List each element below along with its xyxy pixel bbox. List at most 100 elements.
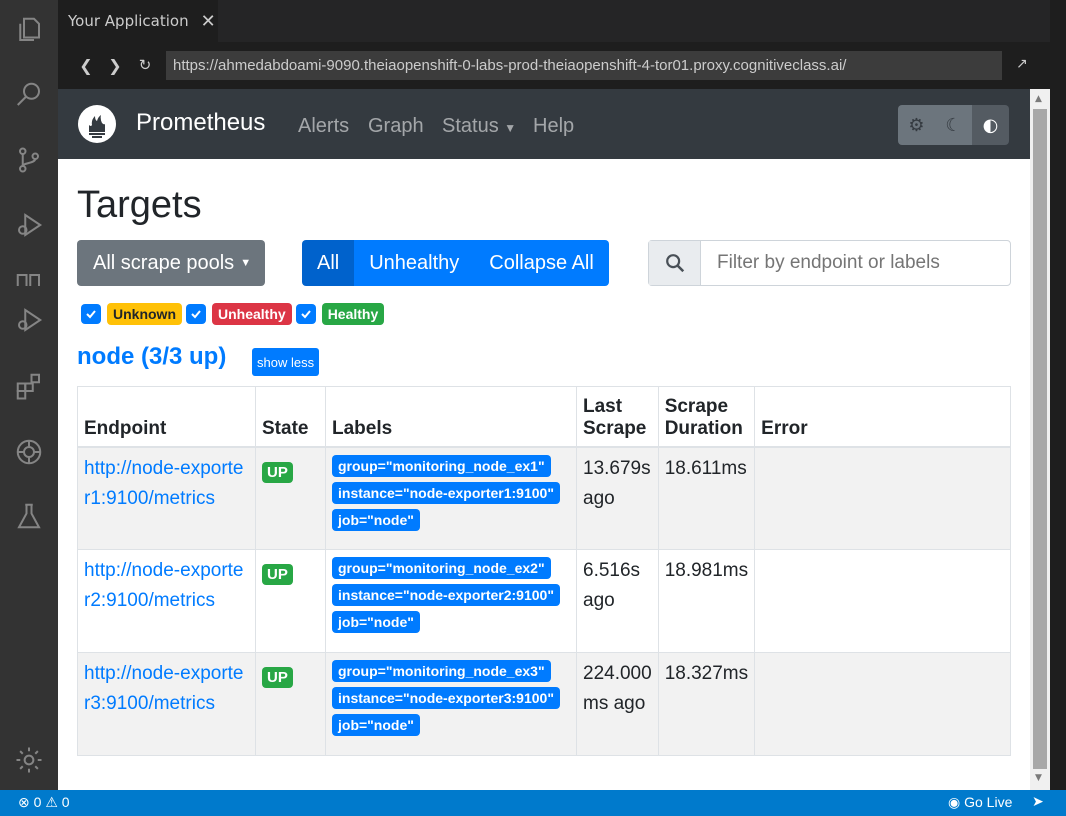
close-icon[interactable]: ✕	[201, 11, 216, 32]
col-last-scrape-line2: Scrape	[583, 417, 647, 439]
state-cell: UP	[255, 652, 326, 756]
warning-icon: ⚠	[45, 794, 58, 810]
unknown-checkbox[interactable]	[81, 304, 101, 324]
nav-graph[interactable]: Graph	[368, 115, 424, 138]
col-last-scrape-line1: Last	[583, 395, 623, 417]
endpoint-cell: http://node-exporter1:9100/metrics	[77, 446, 256, 550]
label-badge: instance="node-exporter1:9100"	[332, 481, 560, 504]
scroll-down-icon[interactable]: ▼	[1035, 773, 1042, 783]
filter-button-group: All Unhealthy Collapse All	[302, 240, 609, 286]
activity-bar	[0, 0, 58, 790]
scrape-pools-dropdown[interactable]: All scrape pools ▼	[77, 240, 265, 286]
table-row: http://node-exporter3:9100/metrics UP gr…	[77, 652, 1011, 756]
caret-down-icon: ▼	[240, 257, 252, 269]
prometheus-navbar: Prometheus Alerts Graph Status ▼ Help ⚙ …	[58, 89, 1030, 159]
auto-theme-icon[interactable]: ◐	[972, 105, 1009, 145]
state-badge: UP	[262, 461, 293, 483]
error-cell	[754, 549, 1011, 653]
state-cell: UP	[255, 446, 326, 550]
col-state: State	[255, 386, 326, 448]
unhealthy-badge: Unhealthy	[212, 303, 292, 325]
tab-title: Your Application	[68, 12, 189, 30]
label-badge: job="node"	[332, 714, 420, 736]
state-cell: UP	[255, 549, 326, 653]
rocket-icon[interactable]: ➤	[1032, 793, 1044, 810]
error-cell	[754, 446, 1011, 550]
editor-edge	[1050, 0, 1066, 790]
collapse-all-button[interactable]: Collapse All	[474, 240, 609, 286]
labels-cell: group="monitoring_node_ex1" instance="no…	[325, 446, 577, 550]
scroll-up-icon[interactable]: ▲	[1035, 94, 1042, 104]
tab-your-application[interactable]: Your Application ✕	[58, 0, 218, 42]
broadcast-icon: ◉	[948, 794, 961, 810]
vertical-scrollbar[interactable]: ▲ ▼	[1030, 89, 1050, 790]
all-button[interactable]: All	[302, 240, 355, 286]
state-badge: UP	[262, 564, 293, 585]
duration-cell: 18.327ms	[657, 652, 756, 756]
brand-title[interactable]: Prometheus	[136, 109, 265, 137]
error-cell	[754, 652, 1011, 756]
light-theme-icon[interactable]: ⚙	[898, 105, 935, 145]
back-icon[interactable]: ❮	[76, 56, 96, 75]
health-filter-checkboxes: Unknown Unhealthy Healthy	[81, 303, 388, 325]
label-badge: job="node"	[332, 508, 420, 531]
col-duration-line1: Scrape	[664, 395, 729, 417]
source-control-icon[interactable]	[13, 144, 45, 176]
scrollbar-thumb[interactable]	[1033, 109, 1047, 769]
healthy-checkbox[interactable]	[295, 304, 316, 324]
nav-status[interactable]: Status ▼	[442, 115, 516, 138]
prometheus-logo-icon[interactable]	[78, 105, 116, 143]
scrape-pool-title[interactable]: node (3/3 up)	[77, 343, 226, 371]
healthy-badge: Healthy	[321, 303, 385, 325]
error-icon: ⊗	[18, 794, 30, 810]
forward-icon[interactable]: ❯	[105, 56, 125, 75]
col-labels: Labels	[325, 386, 577, 448]
search-icon	[649, 241, 701, 285]
endpoint-cell: http://node-exporter2:9100/metrics	[77, 549, 256, 653]
search-icon[interactable]	[13, 79, 45, 111]
show-less-button[interactable]: show less	[252, 348, 320, 376]
table-row: http://node-exporter2:9100/metrics UP gr…	[77, 549, 1011, 653]
labels-cell: group="monitoring_node_ex2" instance="no…	[325, 549, 577, 653]
debug-icon[interactable]	[13, 209, 45, 241]
error-count: 0	[33, 794, 42, 810]
endpoint-link[interactable]: http://node-exporter2:9100/metrics	[84, 560, 244, 611]
page-title: Targets	[77, 184, 202, 226]
gear-icon[interactable]	[13, 744, 45, 776]
theme-toggle-group: ⚙ ☾ ◐	[898, 105, 1009, 145]
filter-input[interactable]	[701, 241, 1010, 285]
nav-alerts[interactable]: Alerts	[298, 115, 349, 138]
run-icon[interactable]	[13, 274, 45, 286]
label-badge: group="monitoring_node_ex1"	[332, 454, 551, 477]
unhealthy-checkbox[interactable]	[186, 304, 206, 324]
scrape-pools-label: All scrape pools	[93, 251, 235, 274]
reload-icon[interactable]: ↻	[135, 56, 155, 74]
extensions-icon[interactable]	[13, 370, 45, 402]
col-endpoint: Endpoint	[77, 386, 256, 448]
endpoint-cell: http://node-exporter3:9100/metrics	[77, 652, 256, 756]
endpoint-link[interactable]: http://node-exporter1:9100/metrics	[84, 458, 244, 509]
unhealthy-button[interactable]: Unhealthy	[354, 240, 475, 286]
dark-theme-icon[interactable]: ☾	[935, 105, 972, 145]
label-badge: group="monitoring_node_ex2"	[332, 557, 551, 579]
last-scrape-cell: 13.679s ago	[576, 446, 659, 550]
files-icon[interactable]	[13, 14, 45, 46]
col-scrape-duration: Scrape Duration	[657, 386, 756, 448]
url-input[interactable]: https://ahmedabdoami-9090.theiaopenshift…	[166, 51, 1002, 80]
problems-indicator[interactable]: ⊗ 0 ⚠ 0	[18, 794, 70, 811]
kubernetes-icon[interactable]	[13, 436, 45, 468]
endpoint-link[interactable]: http://node-exporter3:9100/metrics	[84, 663, 244, 714]
go-live-button[interactable]: ◉ Go Live	[948, 794, 1012, 811]
col-duration-line2: Duration	[664, 417, 743, 439]
table-row: http://node-exporter1:9100/metrics UP gr…	[77, 446, 1011, 550]
label-badge: job="node"	[332, 611, 420, 633]
nav-status-label: Status	[442, 115, 499, 137]
tab-bar: Your Application ✕	[58, 0, 1066, 42]
warning-count: 0	[61, 794, 70, 810]
flask-icon[interactable]	[13, 500, 45, 532]
label-badge: instance="node-exporter3:9100"	[332, 687, 560, 709]
duration-cell: 18.981ms	[657, 549, 756, 653]
open-external-icon[interactable]: ↗	[1016, 56, 1028, 72]
nav-help[interactable]: Help	[533, 115, 574, 138]
run-debug-icon[interactable]	[13, 304, 45, 336]
